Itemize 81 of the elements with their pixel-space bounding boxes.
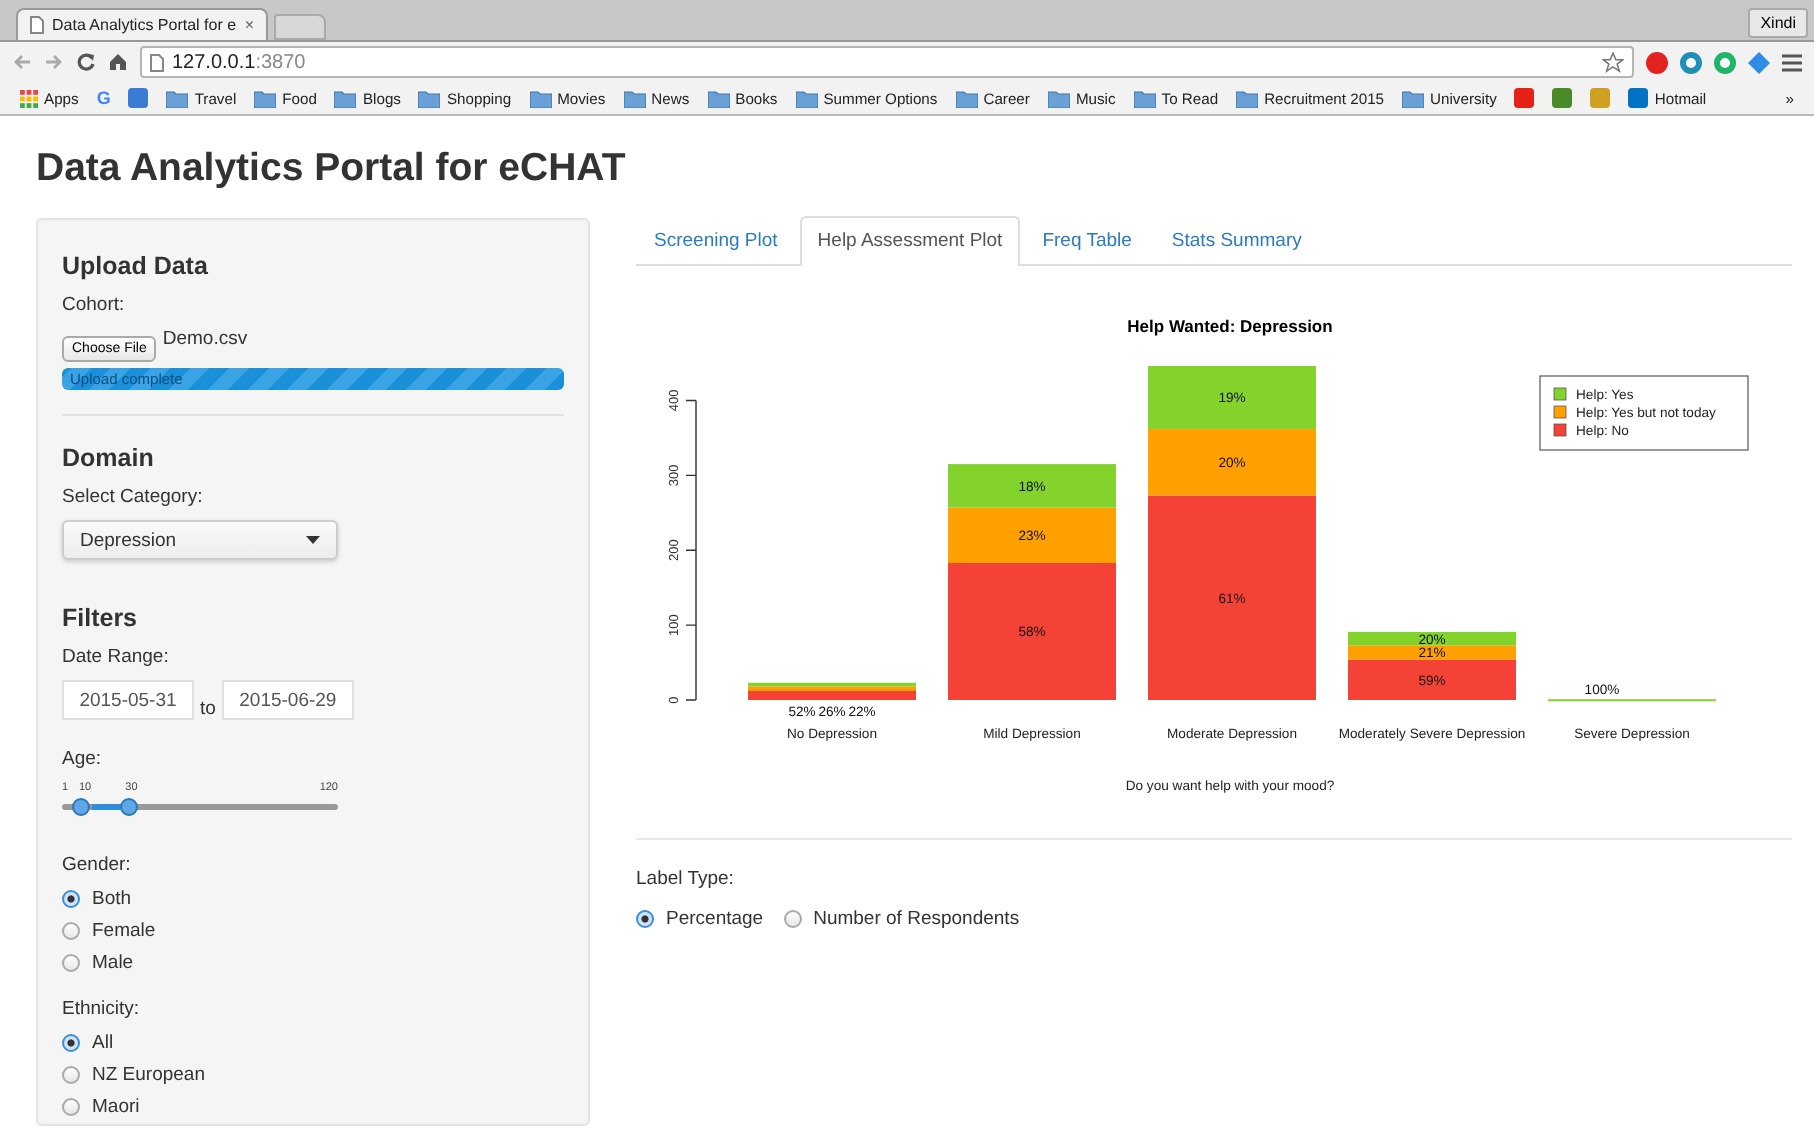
folder-icon xyxy=(254,89,277,107)
folder-icon xyxy=(795,89,818,107)
field-label: Age: xyxy=(62,748,104,770)
slider-range xyxy=(92,804,120,810)
extension-icon[interactable] xyxy=(1748,51,1770,73)
folder-icon xyxy=(529,89,552,107)
home-icon[interactable] xyxy=(108,52,128,72)
field-label: Gender: xyxy=(62,854,133,876)
option-label: Female xyxy=(92,920,156,942)
radio-button[interactable] xyxy=(62,890,80,908)
section-heading: Filters xyxy=(62,604,140,632)
reload-icon[interactable] xyxy=(76,52,96,72)
field-label: Select Category: xyxy=(62,486,205,508)
extension-icon[interactable] xyxy=(1680,51,1702,73)
category-dropdown[interactable]: Depression xyxy=(62,520,338,560)
folder-icon xyxy=(1133,89,1156,107)
back-icon[interactable] xyxy=(12,54,32,70)
tab[interactable]: Screening Plot xyxy=(636,216,796,264)
file-name: Demo.csv xyxy=(162,328,248,350)
option-label: Male xyxy=(92,952,134,974)
extension-icon[interactable] xyxy=(1714,51,1736,73)
close-icon[interactable]: × xyxy=(244,16,254,34)
slider-handle[interactable] xyxy=(72,798,91,816)
profile-button[interactable]: Xindi xyxy=(1748,8,1808,38)
radio-option[interactable]: Percentage xyxy=(636,908,764,930)
tab[interactable]: Help Assessment Plot xyxy=(799,216,1021,266)
page-title: Data Analytics Portal for eCHAT xyxy=(36,146,628,192)
date-field[interactable]: 2015-05-31 xyxy=(62,680,194,720)
radio-option[interactable]: NZ European xyxy=(62,1064,564,1086)
folder-icon xyxy=(1402,89,1425,107)
option-label: Both xyxy=(92,888,132,910)
option-label: NZ European xyxy=(92,1064,206,1086)
folder-icon xyxy=(166,89,189,107)
folder-icon xyxy=(707,89,730,107)
slider-handle[interactable] xyxy=(119,798,138,816)
radio-button[interactable] xyxy=(636,910,654,928)
field-label: Label Type: xyxy=(636,868,736,890)
browser-tab[interactable]: Data Analytics Portal for e × xyxy=(16,8,268,40)
apps-grid-icon xyxy=(20,89,38,107)
folder-icon xyxy=(1236,89,1259,107)
field-label: Ethnicity: xyxy=(62,998,142,1020)
radio-button[interactable] xyxy=(62,954,80,972)
radio-button[interactable] xyxy=(62,1098,80,1116)
field-label: Cohort: xyxy=(62,294,127,316)
radio-option[interactable]: Male xyxy=(62,952,564,974)
radio-option[interactable]: All xyxy=(62,1032,564,1054)
page-icon xyxy=(150,53,164,71)
radio-option[interactable]: Maori xyxy=(62,1096,564,1118)
address-bar[interactable]: 127.0.0.1:3870 xyxy=(140,46,1634,78)
star-icon[interactable] xyxy=(1602,51,1624,73)
page-icon xyxy=(30,16,44,34)
extension-icon[interactable] xyxy=(1646,51,1668,73)
radio-button[interactable] xyxy=(62,1034,80,1052)
folder-icon xyxy=(334,89,357,107)
section-heading: Domain xyxy=(62,444,156,472)
tab[interactable]: Freq Table xyxy=(1024,216,1150,264)
radio-option[interactable]: Female xyxy=(62,920,564,942)
radio-button[interactable] xyxy=(62,922,80,940)
forward-icon[interactable] xyxy=(44,54,64,70)
chart-title: Help Wanted: Depression xyxy=(1127,316,1333,336)
section-heading: Upload Data xyxy=(62,252,210,280)
bookmark-icon[interactable] xyxy=(1552,88,1573,108)
bookmark-icon[interactable] xyxy=(1590,88,1611,108)
radio-button[interactable] xyxy=(783,910,802,928)
bookmark-icon[interactable] xyxy=(128,88,149,108)
date-field[interactable]: 2015-06-29 xyxy=(221,680,354,720)
radio-button[interactable] xyxy=(62,1066,80,1084)
radio-option[interactable]: Both xyxy=(62,888,564,910)
date-separator: to xyxy=(200,698,216,720)
folder-icon xyxy=(623,89,646,107)
bookmark-icon[interactable] xyxy=(1514,88,1535,108)
folder-icon xyxy=(1047,89,1070,107)
folder-icon xyxy=(955,89,978,107)
folder-icon xyxy=(418,89,441,107)
option-label: Percentage xyxy=(666,908,764,930)
tab[interactable]: Stats Summary xyxy=(1153,216,1320,264)
menu-icon[interactable] xyxy=(1782,53,1802,71)
caret-icon xyxy=(306,536,320,544)
option-label: All xyxy=(92,1032,114,1054)
option-label: Maori xyxy=(92,1096,140,1118)
field-label: Date Range: xyxy=(62,646,171,668)
